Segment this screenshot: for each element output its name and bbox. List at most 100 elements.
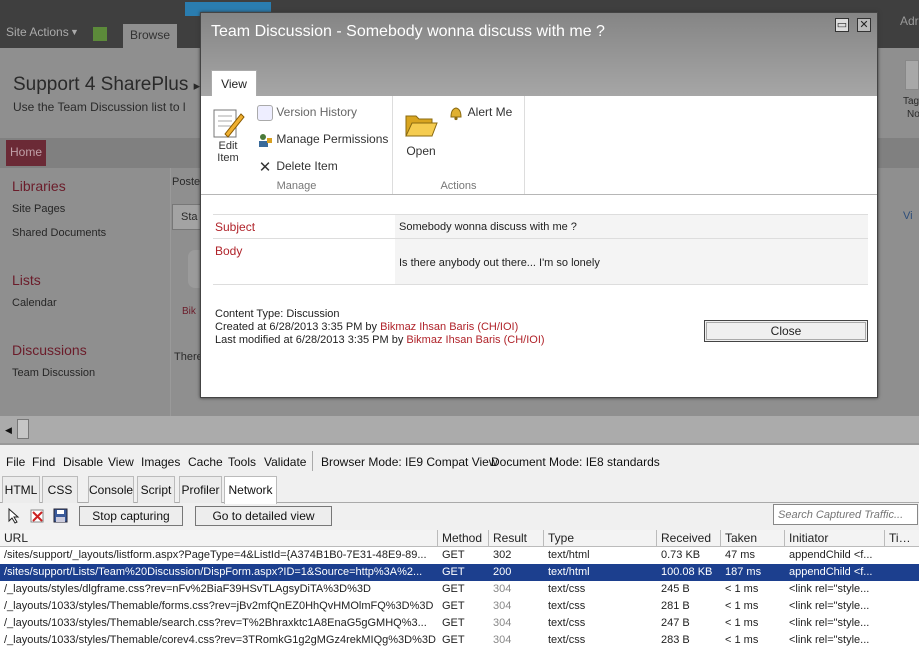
table-row[interactable]: /_layouts/styles/dlgframe.css?rev=nFv%2B…	[0, 581, 919, 598]
col-type[interactable]: Type	[544, 530, 657, 547]
menu-disable[interactable]: Disable	[63, 455, 103, 469]
table-row[interactable]: /_layouts/1033/styles/Themable/forms.css…	[0, 598, 919, 615]
tab-browse[interactable]: Browse	[123, 24, 177, 48]
cell-result: 304	[493, 583, 512, 595]
posts-label: Poste	[172, 176, 201, 188]
chevron-down-icon: ▼	[70, 27, 79, 37]
permissions-icon	[259, 134, 272, 147]
tab-network[interactable]: Network	[224, 476, 277, 504]
column-divider	[170, 168, 171, 418]
tab-console[interactable]: Console	[88, 476, 134, 503]
manage-permissions-button[interactable]: Manage Permissions	[257, 132, 388, 148]
start-discussion-button[interactable]: Sta	[172, 204, 202, 230]
cell-result: 302	[493, 549, 512, 561]
open-button[interactable]: Open	[403, 110, 439, 158]
menu-tools[interactable]: Tools	[228, 455, 256, 469]
scroll-left-icon[interactable]: ◀	[5, 425, 12, 436]
view-link[interactable]: Vi	[903, 210, 913, 222]
detailed-view-button[interactable]: Go to detailed view	[195, 506, 332, 526]
col-initiator[interactable]: Initiator	[785, 530, 885, 547]
modified-by-link[interactable]: Bikmaz Ihsan Baris (CH/IOI)	[406, 334, 544, 346]
cell-url: /_layouts/styles/dlgframe.css?rev=nFv%2B…	[4, 583, 371, 595]
cell-result: 304	[493, 600, 512, 612]
open-label: Open	[406, 144, 436, 158]
select-element-icon[interactable]	[5, 507, 22, 524]
folder-open-icon	[405, 115, 438, 137]
developer-tools: File Find Disable View Images Cache Tool…	[0, 443, 919, 652]
delete-item-button[interactable]: ✕ Delete Item	[257, 158, 338, 176]
table-row[interactable]: /sites/support/_layouts/listform.aspx?Pa…	[0, 547, 919, 564]
col-result[interactable]: Result	[489, 530, 544, 547]
menu-validate[interactable]: Validate	[264, 455, 306, 469]
created-line: Created at 6/28/2013 3:35 PM by Bikmaz I…	[215, 321, 545, 334]
address-partial: Adr	[900, 14, 919, 28]
body-label: Body	[215, 244, 243, 258]
nav-home[interactable]: Home	[6, 140, 46, 166]
menu-find[interactable]: Find	[32, 455, 55, 469]
cell-type: text/css	[548, 634, 586, 646]
close-button[interactable]: Close	[704, 320, 868, 342]
edit-page-icon[interactable]	[93, 27, 107, 41]
cell-received: 247 B	[661, 617, 690, 629]
browser-mode-menu[interactable]: Browser Mode: IE9 Compat View	[321, 455, 498, 469]
horizontal-scrollbar[interactable]: ◀	[0, 416, 919, 443]
author-link[interactable]: Bik	[182, 306, 196, 317]
subject-value: Somebody wonna discuss with me ?	[399, 221, 577, 233]
dialog-title: Team Discussion - Somebody wonna discuss…	[211, 23, 605, 40]
menu-file[interactable]: File	[6, 455, 25, 469]
document-mode-menu[interactable]: Document Mode: IE8 standards	[491, 455, 660, 469]
ribbon-group-manage: Edit Item Version History Manage Permiss…	[201, 96, 393, 194]
close-icon[interactable]: ✕	[857, 18, 871, 32]
network-toolbar: Stop capturing Go to detailed view	[0, 503, 919, 529]
cell-initiator: <link rel="style...	[789, 634, 870, 646]
tag-notes-button[interactable]: Tag No	[880, 60, 919, 130]
tag-label: Tag	[903, 96, 919, 107]
cell-initiator: <link rel="style...	[789, 583, 870, 595]
tab-html[interactable]: HTML	[2, 476, 40, 503]
quicklaunch-lists[interactable]: Lists	[12, 272, 41, 288]
table-row[interactable]: /_layouts/1033/styles/Themable/corev4.cs…	[0, 632, 919, 649]
quicklaunch-team-discussion[interactable]: Team Discussion	[12, 367, 95, 379]
col-url[interactable]: URL	[0, 530, 438, 547]
tab-profiler[interactable]: Profiler	[179, 476, 222, 503]
created-by-link[interactable]: Bikmaz Ihsan Baris (CH/IOI)	[380, 321, 518, 333]
devtools-tabs: HTML CSS Console Script Profiler Network	[0, 474, 919, 525]
group-label-actions: Actions	[440, 180, 477, 192]
maximize-icon[interactable]: ▭	[835, 18, 849, 32]
version-history-button[interactable]: Version History	[257, 105, 357, 121]
quicklaunch-discussions[interactable]: Discussions	[12, 342, 87, 358]
col-timings[interactable]: Timings	[885, 530, 919, 547]
quicklaunch-calendar[interactable]: Calendar	[12, 297, 57, 309]
scroll-thumb[interactable]	[17, 419, 29, 439]
site-actions-menu[interactable]: Site Actions	[6, 25, 69, 39]
col-method[interactable]: Method	[438, 530, 489, 547]
menu-images[interactable]: Images	[141, 455, 180, 469]
clear-icon[interactable]	[29, 507, 46, 524]
quicklaunch-site-pages[interactable]: Site Pages	[12, 203, 65, 215]
site-description: Use the Team Discussion list to l	[13, 100, 186, 114]
tab-css[interactable]: CSS	[42, 476, 78, 503]
subject-row: Subject Somebody wonna discuss with me ?	[213, 214, 868, 238]
alert-me-button[interactable]: Alert Me	[447, 105, 512, 121]
stop-capturing-button[interactable]: Stop capturing	[79, 506, 183, 526]
edit-item-button[interactable]: Edit Item	[209, 106, 247, 164]
modified-line: Last modified at 6/28/2013 3:35 PM by Bi…	[215, 334, 545, 347]
menu-cache[interactable]: Cache	[188, 455, 223, 469]
table-row[interactable]: /_layouts/1033/styles/Themable/search.cs…	[0, 615, 919, 632]
dialog-header: Team Discussion - Somebody wonna discuss…	[201, 13, 877, 97]
col-received[interactable]: Received	[657, 530, 721, 547]
quicklaunch-shared-documents[interactable]: Shared Documents	[12, 227, 106, 239]
table-row[interactable]: /sites/support/Lists/Team%20Discussion/D…	[0, 564, 919, 581]
cell-received: 283 B	[661, 634, 690, 646]
menu-view[interactable]: View	[108, 455, 134, 469]
col-taken[interactable]: Taken	[721, 530, 785, 547]
cell-result: 200	[493, 566, 512, 578]
group-label-manage: Manage	[276, 180, 317, 192]
quicklaunch-libraries[interactable]: Libraries	[12, 178, 66, 194]
save-icon[interactable]	[52, 507, 69, 524]
tab-view[interactable]: View	[211, 70, 257, 97]
tab-script[interactable]: Script	[137, 476, 175, 503]
body-row: Body Is there anybody out there... I'm s…	[213, 238, 868, 285]
cell-result: 304	[493, 617, 512, 629]
cell-url: /_layouts/1033/styles/Themable/forms.css…	[4, 600, 434, 612]
